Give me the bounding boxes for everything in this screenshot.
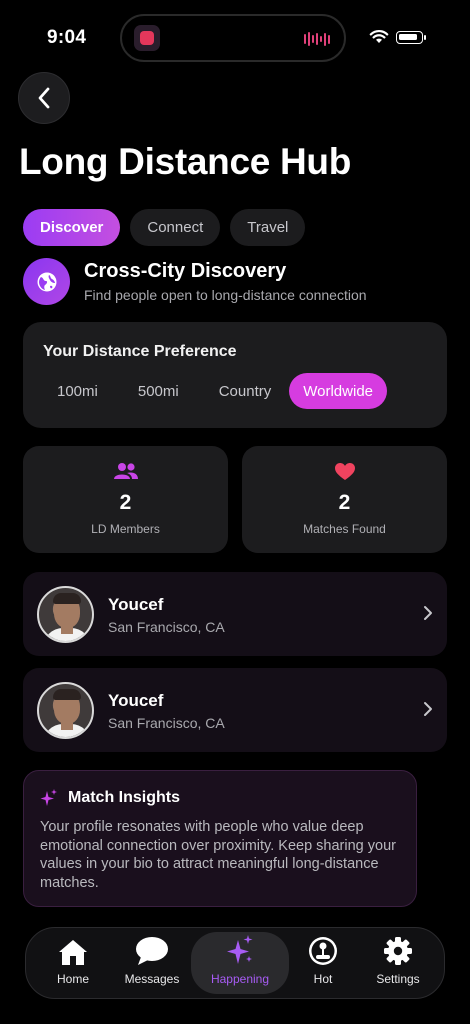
matches-found-count: 2 [338,491,351,514]
matches-found-stat: 2 Matches Found [242,446,447,553]
chevron-right-icon [424,606,432,620]
nav-home[interactable]: Home [42,932,104,994]
match-insights-card: Match Insights Your profile resonates wi… [23,770,417,907]
joystick-icon [298,932,348,966]
wifi-icon [369,30,389,43]
nav-settings-label: Settings [376,972,420,986]
section-header: Cross-City Discovery Find people open to… [23,258,443,306]
nav-happening-label: Happening [210,972,270,986]
person-name: Youcef [108,595,164,614]
avatar [37,682,94,739]
tab-travel[interactable]: Travel [230,209,306,246]
sparkle-icon [40,789,57,806]
distance-option-500mi[interactable]: 500mi [124,373,193,409]
person-location: San Francisco, CA [108,715,225,731]
section-subtitle: Find people open to long-distance connec… [84,287,367,303]
nav-messages-label: Messages [124,972,180,986]
home-icon [42,932,104,966]
distance-option-country[interactable]: Country [205,373,286,409]
person-card[interactable]: Youcef San Francisco, CA [23,668,447,752]
chevron-right-icon [424,702,432,716]
live-activity-app-icon [134,25,160,51]
ld-members-stat: 2 LD Members [23,446,228,553]
tab-bar: Discover Connect Travel [23,209,306,246]
person-location: San Francisco, CA [108,619,225,635]
distance-options: 100mi 500mi Country Worldwide [43,373,387,409]
dynamic-island [120,14,346,62]
section-title: Cross-City Discovery [84,260,287,282]
distance-option-100mi[interactable]: 100mi [43,373,112,409]
chevron-left-icon [38,87,50,109]
nav-happening[interactable]: Happening [191,932,289,994]
person-card[interactable]: Youcef San Francisco, CA [23,572,447,656]
insights-title: Match Insights [68,789,181,806]
nav-settings[interactable]: Settings [364,932,432,994]
sparkle-icon [191,932,289,966]
avatar [37,586,94,643]
heart-icon [242,462,447,481]
nav-hot-label: Hot [313,972,333,986]
tab-discover[interactable]: Discover [23,209,121,246]
battery-icon [396,31,426,44]
status-time: 9:04 [47,27,87,48]
insights-body: Your profile resonates with people who v… [40,819,396,891]
gear-icon [364,932,432,966]
chat-bubble-icon [116,932,188,966]
back-button[interactable] [18,72,70,124]
globe-icon [23,258,70,305]
tab-connect[interactable]: Connect [130,209,221,246]
status-bar: 9:04 [0,0,470,76]
audio-wave-icon [304,32,330,46]
distance-preference-title: Your Distance Preference [43,343,237,360]
nav-messages[interactable]: Messages [116,932,188,994]
nav-home-label: Home [56,972,89,986]
matches-found-label: Matches Found [303,522,386,536]
distance-preference-card: Your Distance Preference 100mi 500mi Cou… [23,322,447,428]
distance-option-worldwide[interactable]: Worldwide [289,373,387,409]
nav-hot[interactable]: Hot [298,932,348,994]
page-title: Long Distance Hub [19,141,352,182]
person-name: Youcef [108,691,164,710]
people-icon [23,462,228,480]
ld-members-label: LD Members [91,522,160,536]
ld-members-count: 2 [119,491,132,514]
bottom-navigation: Home Messages Happening Hot Settings [25,927,445,999]
